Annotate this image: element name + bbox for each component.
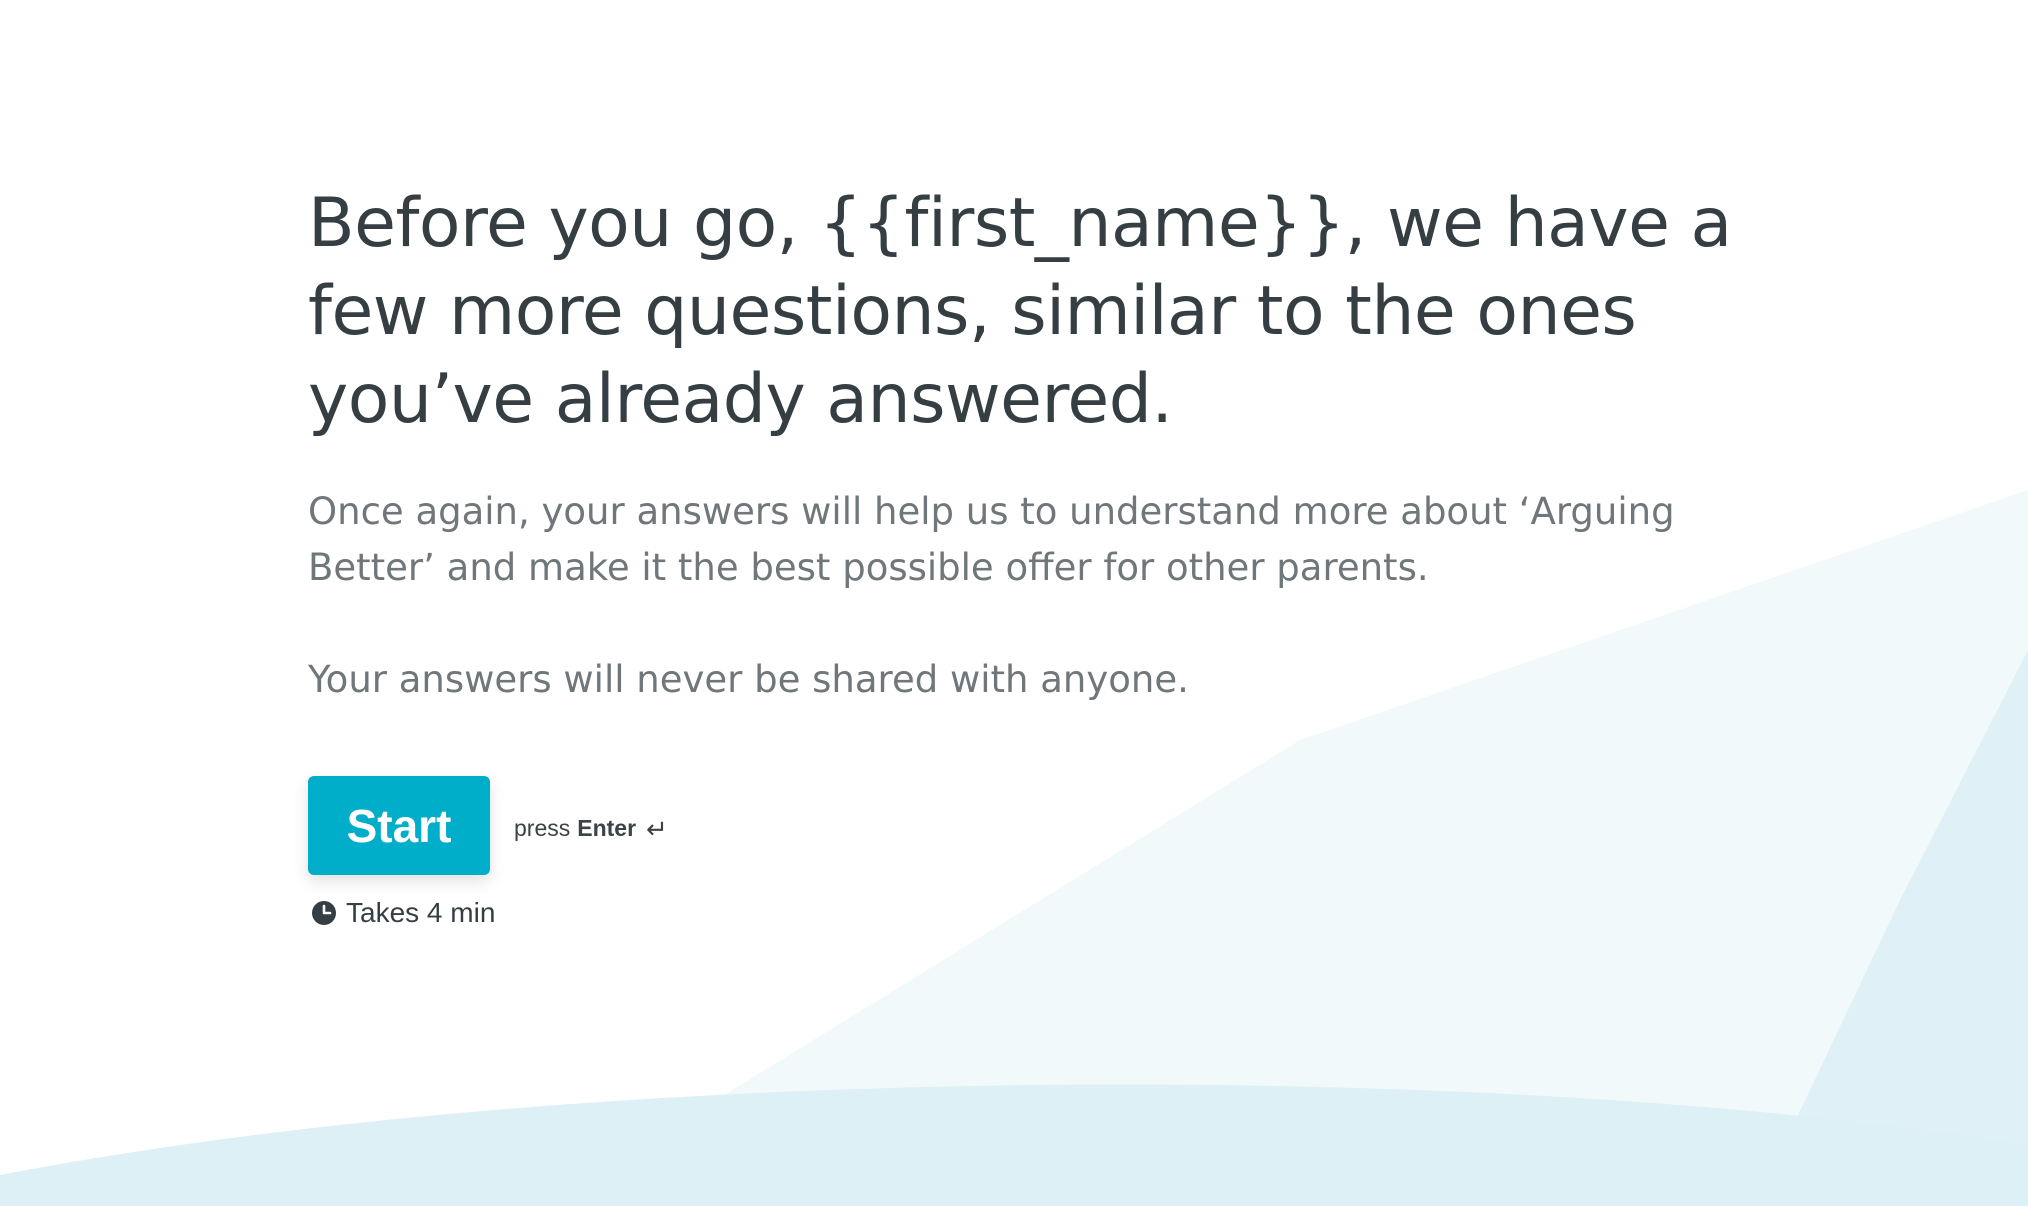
enter-key-icon: ↵	[646, 813, 668, 844]
welcome-content: Before you go, {{first_name}}, we have a…	[308, 180, 1768, 929]
welcome-screen: Before you go, {{first_name}}, we have a…	[0, 0, 2028, 1206]
start-row: Start press Enter ↵	[308, 776, 1768, 875]
welcome-heading: Before you go, {{first_name}}, we have a…	[308, 184, 1732, 439]
hint-key: Enter	[577, 815, 637, 841]
time-estimate-text: Takes 4 min	[346, 897, 496, 928]
description-line-1: Once again, your answers will help us to…	[308, 490, 1675, 589]
hint-prefix: press	[514, 815, 571, 841]
start-button[interactable]: Start	[308, 776, 490, 875]
clock-icon	[312, 901, 336, 925]
keyboard-hint: press Enter ↵	[514, 815, 668, 842]
time-estimate: Takes 4 min	[308, 897, 1768, 929]
description-line-2: Your answers will never be shared with a…	[308, 658, 1189, 701]
welcome-description: Once again, your answers will help us to…	[308, 484, 1768, 708]
